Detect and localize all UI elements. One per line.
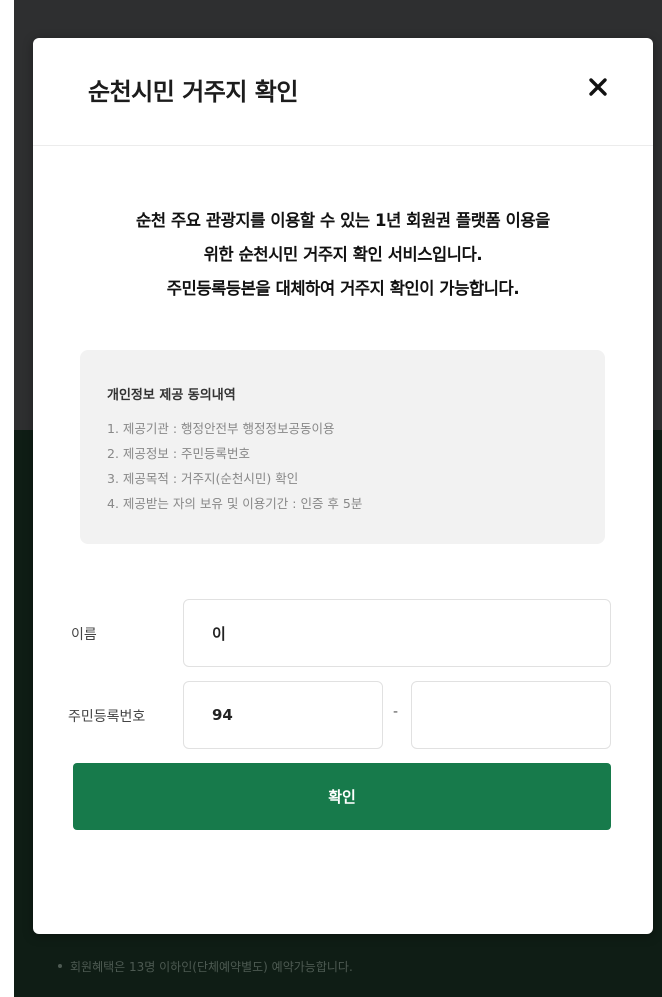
- consent-item: 1. 제공기관 : 행정안전부 행정정보공동이용: [107, 421, 335, 436]
- intro-text: 순천 주요 관광지를 이용할 수 있는 1년 회원권 플랫폼 이용을 위한 순천…: [53, 204, 633, 306]
- consent-title: 개인정보 제공 동의내역: [107, 388, 236, 403]
- modal-header: 순천시민 거주지 확인: [33, 38, 653, 146]
- modal-title: 순천시민 거주지 확인: [88, 78, 298, 106]
- confirm-button[interactable]: 확인: [73, 763, 611, 830]
- consent-list: 1. 제공기관 : 행정안전부 행정정보공동이용 2. 제공정보 : 주민등록번…: [107, 416, 362, 516]
- rrn-back-input[interactable]: [411, 681, 611, 749]
- background-footnote: 회원혜택은 13명 이하인(단체예약별도) 예약가능합니다.: [58, 960, 353, 974]
- rrn-front-input[interactable]: [183, 681, 383, 749]
- intro-line: 주민등록등본을 대체하여 거주지 확인이 가능합니다.: [166, 279, 520, 298]
- consent-item: 4. 제공받는 자의 보유 및 이용기간 : 인증 후 5분: [107, 496, 363, 511]
- rrn-separator: -: [393, 704, 399, 720]
- close-icon: [589, 78, 607, 96]
- name-input[interactable]: [183, 599, 611, 667]
- residence-check-modal: 순천시민 거주지 확인 순천 주요 관광지를 이용할 수 있는 1년 회원권 플…: [33, 38, 653, 934]
- consent-item: 3. 제공목적 : 거주지(순천시민) 확인: [107, 471, 299, 486]
- intro-line: 순천 주요 관광지를 이용할 수 있는 1년 회원권 플랫폼 이용을: [136, 211, 550, 230]
- name-label: 이름: [71, 627, 97, 643]
- rrn-label: 주민등록번호: [68, 709, 146, 725]
- close-button[interactable]: [583, 72, 613, 102]
- consent-item: 2. 제공정보 : 주민등록번호: [107, 446, 251, 461]
- consent-box: 개인정보 제공 동의내역 1. 제공기관 : 행정안전부 행정정보공동이용 2.…: [80, 350, 605, 544]
- intro-line: 위한 순천시민 거주지 확인 서비스입니다.: [203, 245, 483, 264]
